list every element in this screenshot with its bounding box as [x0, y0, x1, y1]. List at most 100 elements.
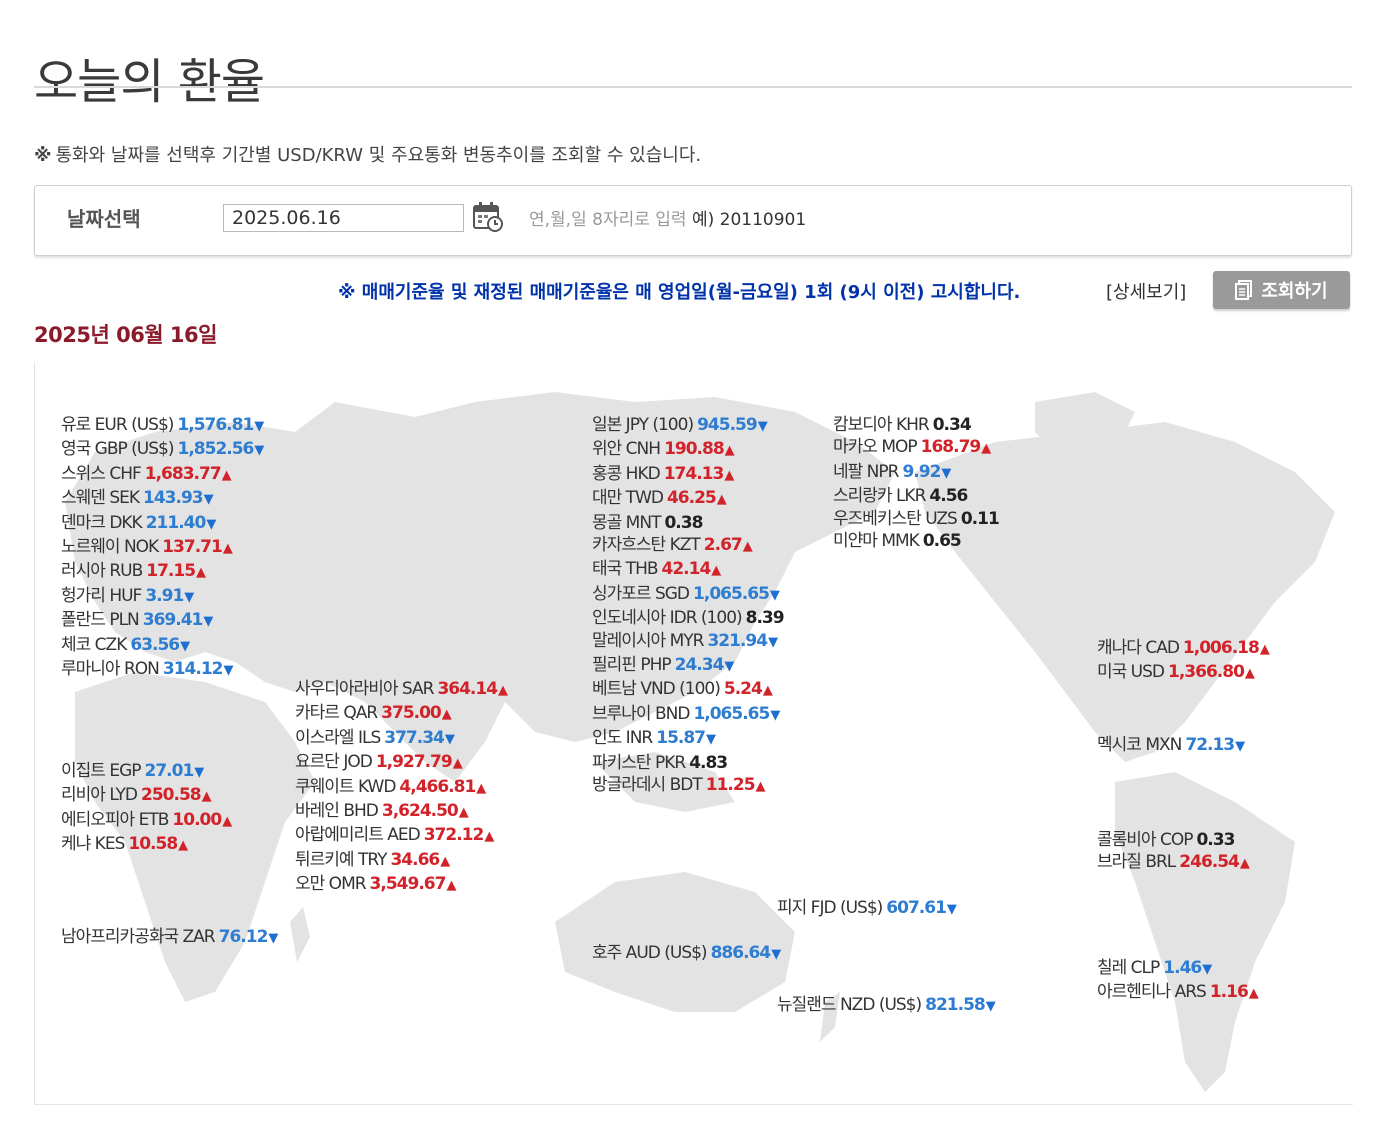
rate-row[interactable]: 칠레 CLP 1.46▼ — [1097, 957, 1258, 981]
rate-row[interactable]: 폴란드 PLN 369.41▼ — [61, 609, 263, 633]
rate-row[interactable]: 아랍에미리트 AED 372.12▲ — [295, 824, 507, 848]
rate-row[interactable]: 스위스 CHF 1,683.77▲ — [61, 463, 263, 487]
currency-name: 폴란드 PLN — [61, 610, 140, 631]
currency-name: 유로 EUR (US$) — [61, 415, 174, 435]
rate-row[interactable]: 인도 INR 15.87▼ — [592, 727, 784, 751]
rate-row[interactable]: 피지 FJD (US$) 607.61▼ — [777, 897, 957, 921]
rate-row[interactable]: 카타르 QAR 375.00▲ — [295, 702, 507, 726]
rate-row[interactable]: 미얀마 MMK 0.65 — [833, 530, 999, 552]
currency-name: 노르웨이 NOK — [61, 537, 159, 558]
rate-row[interactable]: 우즈베키스탄 UZS 0.11 — [833, 508, 1000, 530]
currency-name: 스리랑카 LKR — [833, 486, 926, 507]
rate-row[interactable]: 말레이시아 MYR 321.94▼ — [592, 630, 784, 654]
rate-value: 1.16 — [1209, 982, 1249, 1003]
down-arrow-icon: ▼ — [184, 589, 194, 605]
rate-row[interactable]: 노르웨이 NOK 137.71▲ — [61, 536, 263, 560]
rate-row[interactable]: 루마니아 RON 314.12▼ — [61, 658, 263, 682]
rate-row[interactable]: 콜롬비아 COP 0.33 — [1097, 829, 1249, 851]
rate-row[interactable]: 케냐 KES 10.58▲ — [61, 833, 231, 857]
rate-row[interactable]: 대만 TWD 46.25▲ — [592, 487, 784, 511]
currency-name: 카타르 QAR — [295, 703, 378, 724]
rate-row[interactable]: 미국 USD 1,366.80▲ — [1097, 661, 1269, 685]
rate-row[interactable]: 몽골 MNT 0.38 — [592, 512, 784, 534]
rate-row[interactable]: 멕시코 MXN 72.13▼ — [1097, 734, 1245, 758]
rate-row[interactable]: 아르헨티나 ARS 1.16▲ — [1097, 981, 1259, 1005]
rate-row[interactable]: 스리랑카 LKR 4.56 — [833, 485, 999, 507]
down-arrow-icon: ▼ — [770, 707, 780, 723]
rate-row[interactable]: 이스라엘 ILS 377.34▼ — [295, 727, 507, 751]
rate-row[interactable]: 덴마크 DKK 211.40▼ — [61, 512, 263, 536]
rate-row[interactable]: 네팔 NPR 9.92▼ — [833, 461, 999, 485]
down-arrow-icon: ▼ — [769, 587, 780, 603]
up-arrow-icon: ▲ — [221, 467, 232, 483]
australia-rates: 호주 AUD (US$) 886.64▼ — [592, 942, 781, 966]
rate-value: 1,683.77 — [144, 463, 222, 484]
rate-row[interactable]: 캄보디아 KHR 0.34 — [833, 414, 999, 436]
rate-row[interactable]: 홍콩 HKD 174.13▲ — [592, 463, 784, 487]
rate-row[interactable]: 호주 AUD (US$) 886.64▼ — [592, 942, 781, 966]
rate-row[interactable]: 요르단 JOD 1,927.79▲ — [295, 751, 507, 775]
down-arrow-icon: ▼ — [757, 419, 768, 434]
currency-name: 미얀마 MMK — [833, 531, 920, 552]
up-arrow-icon: ▲ — [1248, 986, 1259, 1002]
rate-row[interactable]: 카자흐스탄 KZT 2.67▲ — [592, 534, 784, 558]
currency-name: 우즈베키스탄 UZS — [833, 508, 958, 529]
rate-row[interactable]: 베트남 VND (100) 5.24▲ — [592, 678, 784, 702]
rate-row[interactable]: 에티오피아 ETB 10.00▲ — [61, 809, 232, 833]
rate-row[interactable]: 뉴질랜드 NZD (US$) 821.58▼ — [777, 994, 996, 1018]
rate-value: 27.01 — [144, 761, 195, 781]
rate-row[interactable]: 남아프리카공화국 ZAR 76.12▼ — [61, 926, 278, 950]
rate-value: 190.88 — [664, 439, 725, 460]
rate-row[interactable]: 오만 OMR 3,549.67▲ — [295, 873, 507, 897]
rate-row[interactable]: 영국 GBP (US$) 1,852.56▼ — [61, 438, 264, 462]
detail-link[interactable]: [상세보기] — [1106, 278, 1186, 304]
rate-value: 72.13 — [1185, 735, 1235, 755]
up-arrow-icon: ▲ — [222, 541, 233, 557]
rate-row[interactable]: 일본 JPY (100) 945.59▼ — [592, 414, 784, 438]
up-arrow-icon: ▲ — [484, 829, 494, 845]
rate-value: 821.58 — [925, 995, 986, 1015]
rate-row[interactable]: 바레인 BHD 3,624.50▲ — [295, 800, 507, 824]
down-arrow-icon: ▼ — [203, 614, 213, 630]
rate-row[interactable]: 인도네시아 IDR (100) 8.39 — [592, 607, 785, 629]
rate-value: 1,852.56 — [177, 439, 255, 460]
rate-row[interactable]: 리비아 LYD 250.58▲ — [61, 784, 231, 808]
down-arrow-icon: ▼ — [771, 947, 781, 962]
calendar-icon[interactable] — [472, 201, 504, 233]
rate-row[interactable]: 파키스탄 PKR 4.83 — [592, 752, 784, 774]
down-arrow-icon: ▼ — [1202, 962, 1212, 977]
rate-row[interactable]: 체코 CZK 63.56▼ — [61, 634, 263, 658]
rate-row[interactable]: 태국 THB 42.14▲ — [592, 558, 784, 582]
rate-row[interactable]: 이집트 EGP 27.01▼ — [61, 760, 231, 784]
currency-name: 사우디아라비아 SAR — [295, 679, 434, 699]
query-button[interactable]: 조회하기 — [1213, 271, 1350, 309]
currency-name: 브라질 BRL — [1097, 852, 1176, 873]
rate-row[interactable]: 쿠웨이트 KWD 4,466.81▲ — [295, 776, 507, 800]
mexico-rates: 멕시코 MXN 72.13▼ — [1097, 734, 1245, 758]
rate-row[interactable]: 브루나이 BND 1,065.65▼ — [592, 703, 784, 727]
down-arrow-icon: ▼ — [223, 663, 233, 679]
date-input[interactable] — [223, 204, 464, 232]
rate-row[interactable]: 위안 CNH 190.88▲ — [592, 438, 784, 462]
rate-row[interactable]: 러시아 RUB 17.15▲ — [61, 560, 263, 584]
rate-row[interactable]: 캐나다 CAD 1,006.18▲ — [1097, 637, 1270, 661]
rate-row[interactable]: 방글라데시 BDT 11.25▲ — [592, 774, 784, 798]
rate-value: 1,366.80 — [1168, 662, 1245, 683]
currency-name: 네팔 NPR — [833, 461, 899, 482]
rate-row[interactable]: 마카오 MOP 168.79▲ — [833, 436, 999, 460]
currency-name: 방글라데시 BDT — [592, 775, 703, 796]
rate-row[interactable]: 스웨덴 SEK 143.93▼ — [61, 487, 263, 511]
down-arrow-icon: ▼ — [706, 732, 716, 748]
rate-row[interactable]: 헝가리 HUF 3.91▼ — [61, 585, 263, 609]
rate-row[interactable]: 사우디아라비아 SAR 364.14▲ — [295, 678, 508, 702]
rate-row[interactable]: 싱가포르 SGD 1,065.65▼ — [592, 583, 784, 607]
rate-row[interactable]: 브라질 BRL 246.54▲ — [1097, 851, 1250, 875]
currency-name: 쿠웨이트 KWD — [295, 776, 396, 797]
currency-name: 이집트 EGP — [61, 761, 141, 781]
up-arrow-icon: ▲ — [196, 565, 206, 581]
rate-row[interactable]: 필리핀 PHP 24.34▼ — [592, 654, 784, 678]
rate-row[interactable]: 유로 EUR (US$) 1,576.81▼ — [61, 414, 264, 438]
rate-value: 0.38 — [664, 512, 703, 533]
rate-value: 3,624.50 — [381, 801, 459, 822]
rate-row[interactable]: 튀르키예 TRY 34.66▲ — [295, 849, 507, 873]
